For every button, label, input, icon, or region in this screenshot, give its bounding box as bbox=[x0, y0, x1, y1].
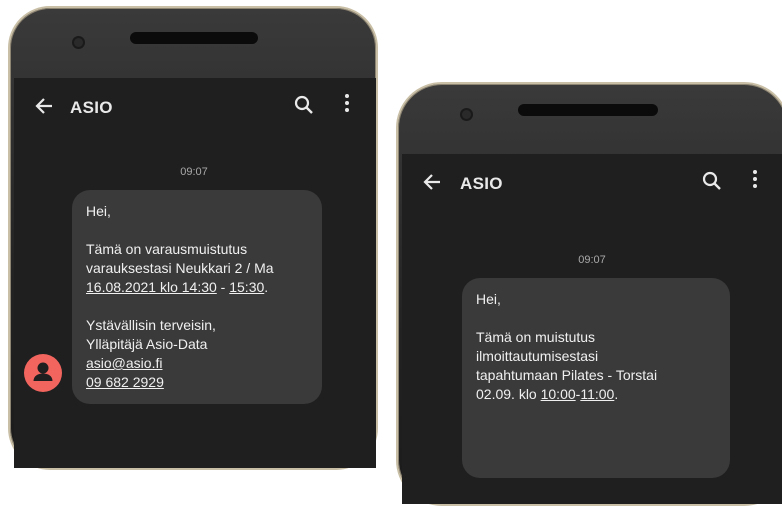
earpiece-speaker bbox=[130, 32, 258, 44]
conversation-title: ASIO bbox=[70, 98, 113, 117]
sentence-end: . bbox=[614, 386, 619, 402]
sender-avatar[interactable] bbox=[24, 354, 62, 392]
person-icon bbox=[33, 362, 53, 381]
phone-link[interactable]: 09 682 2929 bbox=[86, 374, 164, 390]
phone-left: ASIO 09:07 Hei, Tämä on varausmuistutus … bbox=[8, 6, 378, 470]
message-signature: Ystävällisin terveisin, Ylläpitäjä Asio-… bbox=[86, 316, 308, 392]
message-body: Tämä on muistutus ilmoittautumisestasi t… bbox=[476, 328, 716, 404]
message-body: Tämä on varausmuistutus varauksestasi Ne… bbox=[86, 240, 308, 297]
start-time-link[interactable]: 10:00 bbox=[541, 386, 576, 402]
signature-line: Ystävällisin terveisin, bbox=[86, 317, 216, 333]
front-camera bbox=[462, 110, 471, 119]
messages-screen: ASIO 09:07 Hei, Tämä on muistutus ilmoit… bbox=[402, 154, 782, 504]
end-time-link[interactable]: 11:00 bbox=[580, 386, 614, 402]
message-greeting: Hei, bbox=[86, 203, 111, 219]
message-timestamp: 09:07 bbox=[180, 166, 208, 178]
message-line: Tämä on varausmuistutus bbox=[86, 241, 248, 257]
back-arrow-icon[interactable] bbox=[422, 172, 442, 196]
message-line: 02.09. klo bbox=[476, 386, 541, 402]
signature-line: Ylläpitäjä Asio-Data bbox=[86, 336, 208, 352]
phone-right: ASIO 09:07 Hei, Tämä on muistutus ilmoit… bbox=[396, 82, 782, 506]
time-separator: - bbox=[216, 279, 230, 295]
message-line: Tämä on muistutus bbox=[476, 329, 596, 345]
date-time-link[interactable]: 16.08.2021 klo 14:30 bbox=[86, 279, 217, 295]
sentence-end: . bbox=[264, 279, 269, 295]
search-icon[interactable] bbox=[702, 171, 722, 196]
messages-screen: ASIO 09:07 Hei, Tämä on varausmuistutus … bbox=[14, 78, 376, 468]
message-line: tapahtumaan Pilates - Torstai bbox=[476, 367, 658, 383]
message-line: ilmoittautumisestasi bbox=[476, 348, 599, 364]
conversation-title: ASIO bbox=[460, 174, 503, 193]
more-vert-icon[interactable] bbox=[344, 94, 350, 115]
message-line: varauksestasi Neukkari 2 / Ma bbox=[86, 260, 274, 276]
email-link[interactable]: asio@asio.fi bbox=[86, 355, 162, 371]
message-greeting: Hei, bbox=[476, 291, 501, 307]
more-vert-icon[interactable] bbox=[752, 170, 758, 191]
back-arrow-icon[interactable] bbox=[34, 96, 54, 120]
message-bubble: Hei, Tämä on varausmuistutus varauksesta… bbox=[72, 190, 322, 404]
earpiece-speaker bbox=[518, 104, 658, 116]
conversation-toolbar: ASIO bbox=[14, 78, 376, 138]
conversation-toolbar: ASIO bbox=[402, 154, 782, 214]
search-icon[interactable] bbox=[294, 95, 314, 120]
message-timestamp: 09:07 bbox=[578, 254, 606, 266]
message-bubble: Hei, Tämä on muistutus ilmoittautumisest… bbox=[462, 278, 730, 478]
front-camera bbox=[74, 38, 83, 47]
end-time-link[interactable]: 15:30 bbox=[229, 279, 264, 295]
